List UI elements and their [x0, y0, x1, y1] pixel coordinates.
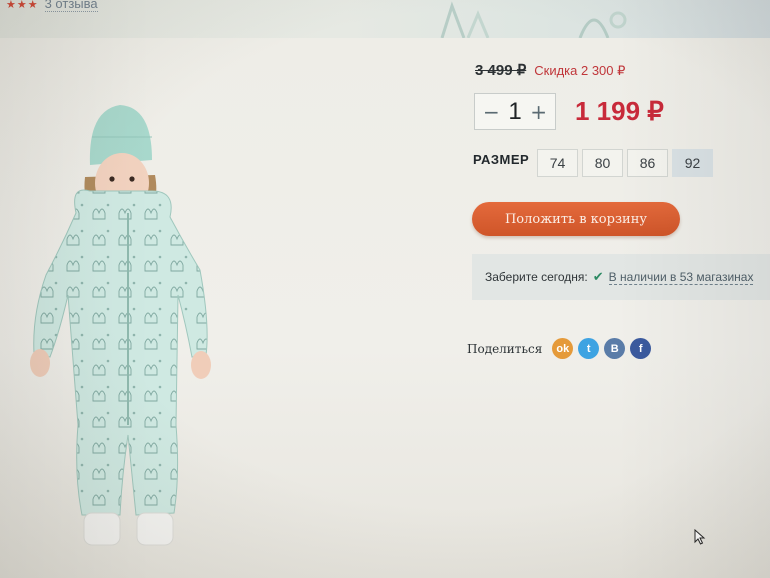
top-banner-strip: ★★★ 3 отзыва [0, 0, 770, 38]
quantity-value[interactable]: 1 [508, 98, 521, 126]
vk-icon[interactable]: B [604, 338, 626, 359]
qty-decrease-button[interactable]: − [483, 100, 500, 124]
odnoklassniki-icon[interactable]: ok [552, 338, 574, 359]
facebook-icon[interactable]: f [630, 338, 652, 359]
old-price-row: 3 499 ₽ Скидка 2 300 ₽ [475, 61, 625, 79]
banner-decoration-icon [440, 1, 490, 38]
mouse-cursor-icon [694, 529, 706, 545]
current-price: 1 199 ₽ [575, 96, 664, 126]
quantity-stepper[interactable]: − 1 + [474, 93, 556, 130]
size-option-86[interactable]: 86 [627, 149, 668, 177]
product-page: ★★★ 3 отзыва 3 499 ₽ Скидка 2 300 ₽ − 1 … [0, 0, 770, 578]
product-image[interactable] [10, 95, 245, 555]
stores-availability-link[interactable]: В наличии в 53 магазинах [608, 270, 754, 285]
rating: ★★★ 3 отзыва [6, 0, 98, 12]
banner-decoration-icon [578, 11, 627, 38]
add-to-cart-button[interactable]: Положить в корзину [472, 202, 680, 236]
qty-increase-button[interactable]: + [530, 100, 547, 124]
check-icon: ✔ [592, 269, 604, 285]
size-option-74[interactable]: 74 [537, 149, 578, 177]
size-option-92[interactable]: 92 [672, 149, 713, 177]
share-label: Поделиться [467, 341, 543, 356]
pickup-label: Заберите сегодня: [485, 270, 588, 284]
size-selector: 74 80 86 92 [537, 149, 713, 177]
reviews-link[interactable]: 3 отзыва [44, 0, 98, 12]
discount-label: Скидка 2 300 ₽ [534, 63, 626, 78]
pickup-availability: Заберите сегодня: ✔ В наличии в 53 магаз… [472, 254, 770, 300]
share-row: Поделиться ok t B f [467, 338, 652, 359]
size-option-80[interactable]: 80 [582, 149, 623, 177]
rating-stars: ★★★ [6, 0, 39, 11]
old-price: 3 499 ₽ [475, 62, 527, 79]
twitter-icon[interactable]: t [578, 338, 600, 359]
size-label: РАЗМЕР [473, 152, 530, 167]
